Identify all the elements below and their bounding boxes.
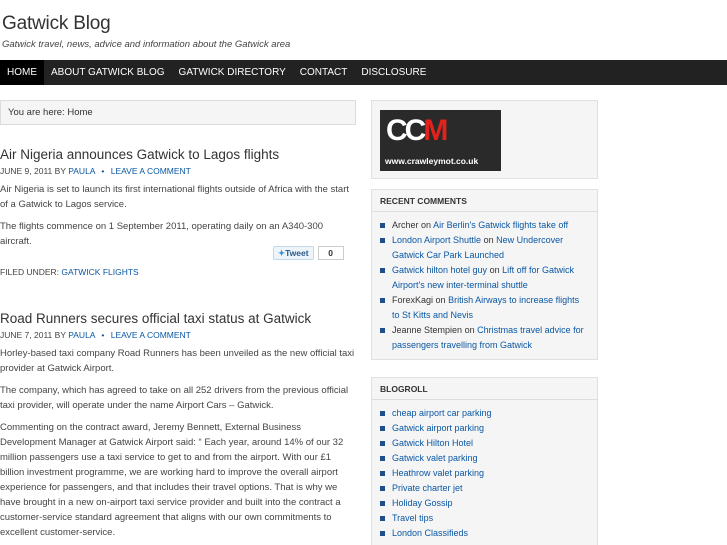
ad-url: www.crawleymot.co.uk xyxy=(385,156,479,166)
blogroll-link[interactable]: Heathrow valet parking xyxy=(392,468,484,478)
blogroll-list: cheap airport car parking Gatwick airpor… xyxy=(372,406,597,545)
post-paragraph: The company, which has agreed to take on… xyxy=(0,385,349,411)
breadcrumb: You are here: Home xyxy=(0,100,356,125)
post-byline: JUNE 7, 2011 BY PAULA • LEAVE A COMMENT xyxy=(0,330,356,340)
main-navigation: HOME ABOUT GATWICK BLOG GATWICK DIRECTOR… xyxy=(0,60,727,85)
site-title[interactable]: Gatwick Blog xyxy=(2,13,111,35)
post-air-nigeria: Air Nigeria announces Gatwick to Lagos f… xyxy=(0,147,356,256)
list-item: Archer on Air Berlin's Gatwick flights t… xyxy=(380,218,589,233)
comment-post-link[interactable]: Air Berlin's Gatwick flights take off xyxy=(433,220,568,230)
recent-comments-list: Archer on Air Berlin's Gatwick flights t… xyxy=(372,218,597,359)
list-item: Heathrow valet parking xyxy=(380,466,589,481)
post-date: JUNE 7, 2011 BY xyxy=(0,330,66,340)
nav-item-disclosure[interactable]: DISCLOSURE xyxy=(354,60,433,85)
ad-logo: CCM xyxy=(386,114,448,147)
separator-dot: • xyxy=(101,330,105,340)
post-paragraph: Commenting on the contract award, Jeremy… xyxy=(0,422,344,538)
post-byline: JUNE 9, 2011 BY PAULA • LEAVE A COMMENT xyxy=(0,166,356,176)
crawleymot-ad-banner[interactable]: CCM www.crawleymot.co.uk xyxy=(380,110,501,171)
post-date: JUNE 9, 2011 BY xyxy=(0,166,66,176)
list-item: Holiday Gossip xyxy=(380,496,589,511)
blogroll-link[interactable]: Gatwick Hilton Hotel xyxy=(392,438,473,448)
filed-under: FILED UNDER: GATWICK FLIGHTS xyxy=(0,267,356,277)
list-item: ForexKagi on British Airways to increase… xyxy=(380,293,589,323)
blogroll-link[interactable]: Gatwick airport parking xyxy=(392,423,484,433)
nav-item-contact[interactable]: CONTACT xyxy=(293,60,355,85)
ad-widget: CCM www.crawleymot.co.uk xyxy=(371,100,598,179)
post-paragraph: Horley-based taxi company Road Runners h… xyxy=(0,348,355,374)
post-paragraph: Air Nigeria is set to launch its first i… xyxy=(0,184,350,210)
list-item: Jeanne Stempien on Christmas travel advi… xyxy=(380,323,589,353)
list-item: Gatwick valet parking xyxy=(380,451,589,466)
widget-title: RECENT COMMENTS xyxy=(372,190,597,212)
site-header: Gatwick Blog Gatwick travel, news, advic… xyxy=(0,0,727,60)
leave-comment-link[interactable]: LEAVE A COMMENT xyxy=(111,166,191,176)
blogroll-link[interactable]: Travel tips xyxy=(392,513,433,523)
list-item: Travel tips xyxy=(380,511,589,526)
blogroll-link[interactable]: Holiday Gossip xyxy=(392,498,453,508)
widget-title: BLOGROLL xyxy=(372,378,597,400)
nav-item-directory[interactable]: GATWICK DIRECTORY xyxy=(172,60,293,85)
tweet-button[interactable]: ✦Tweet xyxy=(273,246,314,260)
filed-under-label: FILED UNDER: xyxy=(0,267,60,277)
comment-author-link[interactable]: London Airport Shuttle xyxy=(392,235,481,245)
separator-dot: • xyxy=(101,166,105,176)
post-title[interactable]: Air Nigeria announces Gatwick to Lagos f… xyxy=(0,147,356,162)
blogroll-link[interactable]: Private charter jet xyxy=(392,483,463,493)
blogroll-link[interactable]: Gatwick valet parking xyxy=(392,453,478,463)
post-author-link[interactable]: PAULA xyxy=(68,330,95,340)
blogroll-widget: BLOGROLL cheap airport car parking Gatwi… xyxy=(371,377,598,545)
post-road-runners: Road Runners secures official taxi statu… xyxy=(0,311,356,545)
list-item: cheap airport car parking xyxy=(380,406,589,421)
list-item: Gatwick hilton hotel guy on Lift off for… xyxy=(380,263,589,293)
tweet-label: Tweet xyxy=(285,248,309,258)
tweet-widget: ✦Tweet 0 xyxy=(273,246,344,260)
list-item: London Classifieds xyxy=(380,526,589,541)
blogroll-link[interactable]: London Classifieds xyxy=(392,528,468,538)
nav-item-home[interactable]: HOME xyxy=(0,60,44,85)
post-title[interactable]: Road Runners secures official taxi statu… xyxy=(0,311,356,326)
list-item: Gatwick airport parking xyxy=(380,421,589,436)
post-author-link[interactable]: PAULA xyxy=(68,166,95,176)
site-description: Gatwick travel, news, advice and informa… xyxy=(2,39,291,50)
tweet-count: 0 xyxy=(317,246,344,260)
nav-item-about[interactable]: ABOUT GATWICK BLOG xyxy=(44,60,172,85)
blogroll-link[interactable]: cheap airport car parking xyxy=(392,408,492,418)
recent-comments-widget: RECENT COMMENTS Archer on Air Berlin's G… xyxy=(371,189,598,360)
list-item: London Airport Shuttle on New Undercover… xyxy=(380,233,589,263)
list-item: Private charter jet xyxy=(380,481,589,496)
post-paragraph: The flights commence on 1 September 2011… xyxy=(0,221,324,247)
leave-comment-link[interactable]: LEAVE A COMMENT xyxy=(111,330,191,340)
list-item: Gatwick Hilton Hotel xyxy=(380,436,589,451)
category-link[interactable]: GATWICK FLIGHTS xyxy=(61,267,138,277)
comment-author-link[interactable]: Gatwick hilton hotel guy xyxy=(392,265,487,275)
